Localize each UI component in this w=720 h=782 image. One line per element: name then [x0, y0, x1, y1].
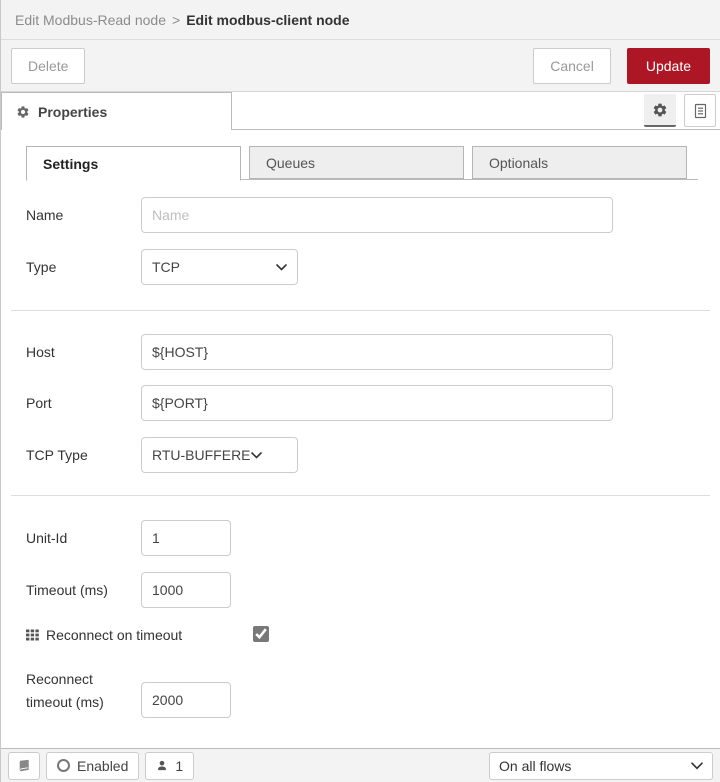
host-field[interactable] [141, 334, 613, 370]
user-count-button[interactable]: 1 [145, 751, 195, 780]
user-count: 1 [175, 757, 184, 774]
unit-id-label: Unit-Id [26, 530, 68, 546]
reconnect-on-timeout-row: Reconnect on timeout [26, 624, 720, 646]
edit-node-dialog: Edit Modbus-Read node > Edit modbus-clie… [0, 0, 720, 782]
deploy-scope-select[interactable]: On all flows [489, 751, 713, 780]
enabled-label: Enabled [77, 757, 129, 774]
tray-tab-bar: Properties [1, 92, 720, 130]
settings-tab-bar: Settings Queues Optionals [26, 146, 698, 181]
reconnect-on-timeout-label: Reconnect on timeout [46, 627, 183, 643]
host-label: Host [26, 344, 55, 360]
type-select[interactable]: TCP [141, 249, 298, 285]
host-row: Host [26, 334, 720, 370]
name-row: Name [26, 197, 720, 233]
name-field[interactable] [141, 197, 613, 233]
tab-queues[interactable]: Queues [249, 146, 464, 179]
deploy-scope-value: On all flows [499, 757, 572, 774]
section-divider [11, 495, 710, 496]
dialog-toolbar: Delete Cancel Update [1, 40, 720, 92]
name-label: Name [26, 207, 64, 223]
type-select-value: TCP [152, 259, 180, 275]
port-row: Port [26, 385, 720, 421]
type-label: Type [26, 259, 57, 275]
breadcrumb: Edit Modbus-Read node > Edit modbus-clie… [1, 0, 720, 40]
circle-icon [57, 759, 70, 772]
type-row: Type TCP [26, 249, 720, 285]
book-button[interactable] [8, 751, 40, 780]
dialog-footer: Enabled 1 On all flows [1, 748, 720, 782]
gear-icon [16, 105, 30, 119]
timeout-row: Timeout (ms) [26, 572, 720, 608]
tab-queues-label: Queues [266, 154, 316, 171]
delete-button[interactable]: Delete [11, 47, 86, 84]
tray-tab-buttons [644, 94, 716, 127]
chevron-down-icon [276, 263, 287, 271]
enabled-toggle-button[interactable]: Enabled [46, 751, 140, 780]
timeout-field[interactable] [141, 572, 231, 608]
user-icon [156, 759, 168, 772]
update-button[interactable]: Update [626, 47, 710, 84]
tab-optionals-label: Optionals [489, 154, 549, 171]
tcp-type-label: TCP Type [26, 447, 88, 463]
description-icon [693, 103, 708, 119]
breadcrumb-current: Edit modbus-client node [186, 11, 350, 28]
chevron-down-icon [251, 451, 262, 459]
gear-icon [652, 102, 668, 118]
book-icon [17, 759, 31, 773]
chevron-down-icon [691, 761, 703, 770]
port-label: Port [26, 395, 52, 411]
unit-id-field[interactable] [141, 520, 231, 556]
tab-settings[interactable]: Settings [26, 146, 241, 181]
properties-toggle-button[interactable] [644, 94, 676, 127]
timeout-label: Timeout (ms) [26, 582, 108, 598]
tcp-type-select-value: RTU-BUFFERED [152, 447, 251, 463]
unit-id-row: Unit-Id [26, 520, 720, 556]
port-field[interactable] [141, 385, 613, 421]
tcp-type-row: TCP Type RTU-BUFFERED [26, 437, 720, 473]
tab-settings-label: Settings [43, 155, 99, 172]
tcp-type-select[interactable]: RTU-BUFFERED [141, 437, 298, 473]
reconnect-timeout-row: Reconnect timeout (ms) [26, 668, 720, 718]
reconnect-timeout-label: Reconnect timeout (ms) [26, 671, 104, 710]
breadcrumb-parent[interactable]: Edit Modbus-Read node [15, 12, 166, 28]
tab-properties-label: Properties [38, 103, 108, 120]
reconnect-checkbox[interactable] [253, 626, 269, 642]
cancel-button[interactable]: Cancel [533, 47, 611, 84]
reconnect-timeout-field[interactable] [141, 682, 231, 718]
description-toggle-button[interactable] [684, 94, 716, 127]
tab-properties[interactable]: Properties [1, 92, 232, 130]
grid-icon [26, 629, 39, 641]
breadcrumb-separator: > [172, 11, 181, 28]
tab-optionals[interactable]: Optionals [472, 146, 687, 179]
section-divider [11, 310, 710, 311]
